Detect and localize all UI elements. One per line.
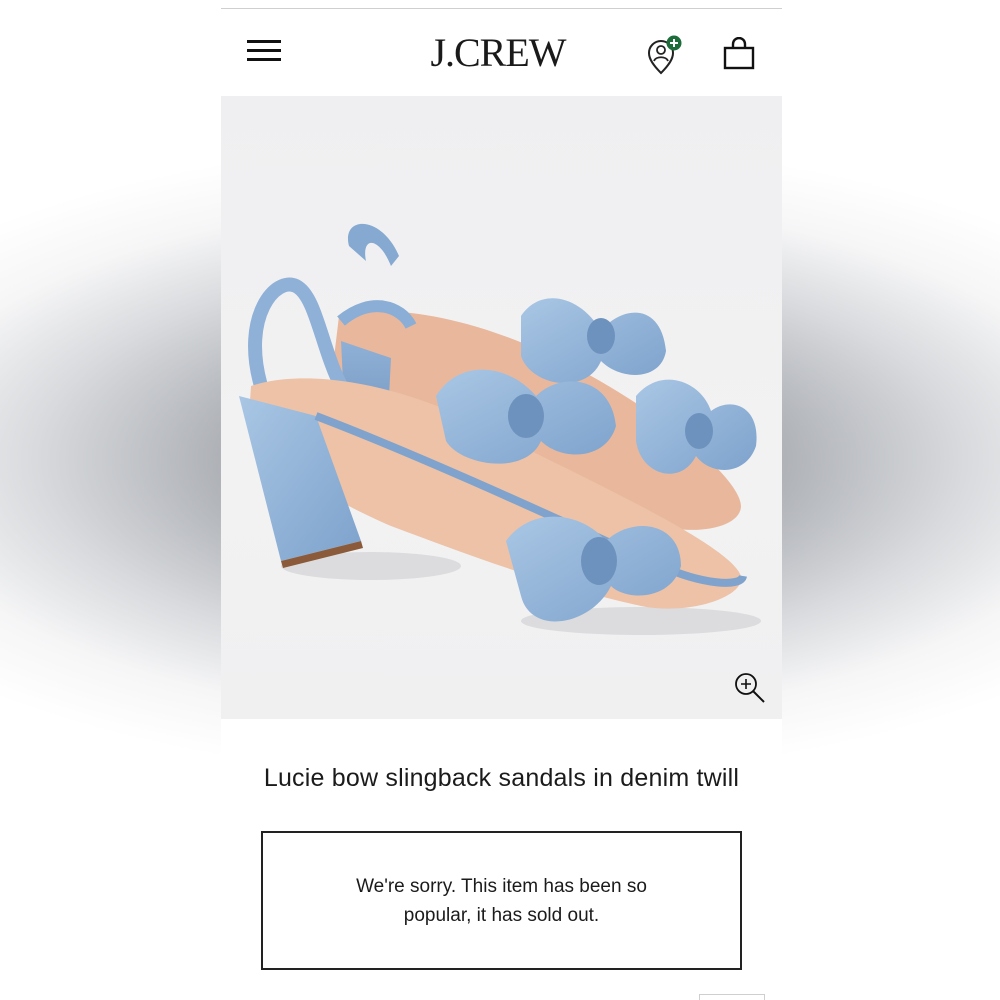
hamburger-line	[247, 49, 281, 52]
menu-button[interactable]	[247, 39, 281, 63]
sold-out-notice: We're sorry. This item has been so popul…	[261, 831, 742, 970]
product-image[interactable]	[221, 96, 782, 719]
rewards-profile-plus-icon	[647, 35, 682, 75]
mobile-page: J.CREW Lucie bow slingback sandals in de…	[221, 0, 782, 1000]
jcrew-logo[interactable]: J.CREW	[413, 31, 583, 75]
rewards-button[interactable]	[645, 35, 685, 77]
shopping-bag-icon	[723, 36, 755, 70]
shopping-bag-button[interactable]	[721, 36, 757, 71]
bottom-control[interactable]	[699, 994, 765, 1000]
sold-out-message: We're sorry. This item has been so popul…	[356, 875, 647, 926]
product-title: Lucie bow slingback sandals in denim twi…	[263, 764, 740, 792]
hamburger-menu-icon	[247, 40, 281, 43]
zoom-in-icon	[735, 673, 765, 703]
hamburger-line	[247, 58, 281, 61]
site-header: J.CREW	[221, 9, 782, 95]
zoom-button[interactable]	[733, 671, 767, 705]
denim-bow-sandals-image	[239, 223, 761, 635]
